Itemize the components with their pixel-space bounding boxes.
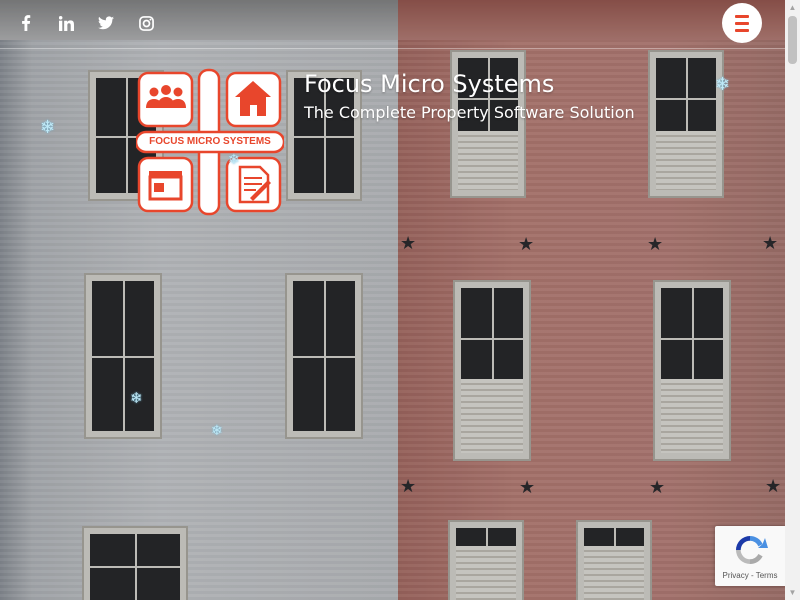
site-tagline: The Complete Property Software Solution [304, 103, 635, 122]
recaptcha-separator: - [750, 571, 754, 580]
site-title[interactable]: Focus Micro Systems [304, 70, 554, 98]
logo-banner-text: FOCUS MICRO SYSTEMS [149, 136, 271, 147]
instagram-icon [138, 15, 154, 31]
linkedin-icon [58, 15, 74, 31]
recaptcha-icon [736, 536, 768, 565]
recaptcha-links: Privacy - Terms [715, 571, 785, 580]
scroll-down-arrow-icon[interactable]: ▼ [785, 585, 800, 600]
top-bar [0, 0, 785, 49]
recaptcha-badge[interactable]: Privacy - Terms [715, 526, 785, 586]
snowflake-icon: ❄ [715, 74, 731, 94]
facebook-link[interactable] [16, 13, 36, 33]
menu-button[interactable] [722, 3, 762, 43]
page-scrollbar[interactable]: ▲ ▼ [785, 0, 800, 600]
scroll-up-arrow-icon[interactable]: ▲ [785, 0, 800, 15]
snowflake-icon: ❄ [130, 390, 143, 407]
recaptcha-terms-link[interactable]: Terms [756, 571, 778, 580]
linkedin-link[interactable] [56, 13, 76, 33]
hamburger-icon [735, 13, 749, 34]
scroll-thumb[interactable] [788, 16, 797, 64]
recaptcha-privacy-link[interactable]: Privacy [723, 571, 749, 580]
snowflake-icon: ❄ [211, 422, 223, 438]
facebook-icon [22, 15, 31, 31]
snowflake-icon: ❄ [228, 151, 240, 167]
instagram-link[interactable] [136, 13, 156, 33]
twitter-link[interactable] [96, 13, 116, 33]
snowflake-icon: ❄ [40, 117, 56, 137]
twitter-icon [98, 16, 114, 30]
social-links [16, 13, 156, 33]
